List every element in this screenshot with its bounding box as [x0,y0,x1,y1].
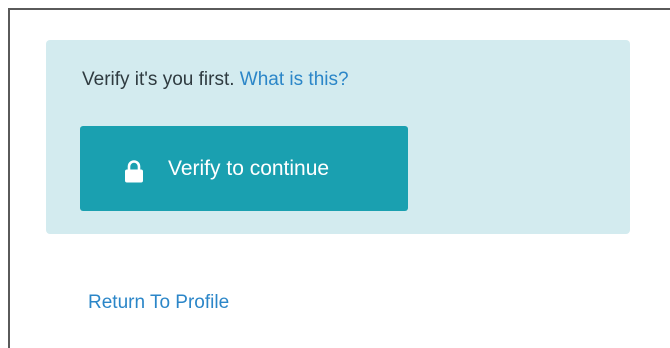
verify-button-label: Verify to continue [168,157,330,180]
what-is-this-link[interactable]: What is this? [240,69,349,90]
verify-prompt-text: Verify it's you first. [82,69,235,90]
verify-to-continue-button[interactable]: Verify to continue [80,126,408,211]
verify-panel: Verify it's you first. What is this? Ver… [46,40,630,234]
verify-prompt: Verify it's you first. What is this? [82,69,349,91]
lock-icon [125,160,143,183]
return-to-profile-link[interactable]: Return To Profile [88,292,229,314]
